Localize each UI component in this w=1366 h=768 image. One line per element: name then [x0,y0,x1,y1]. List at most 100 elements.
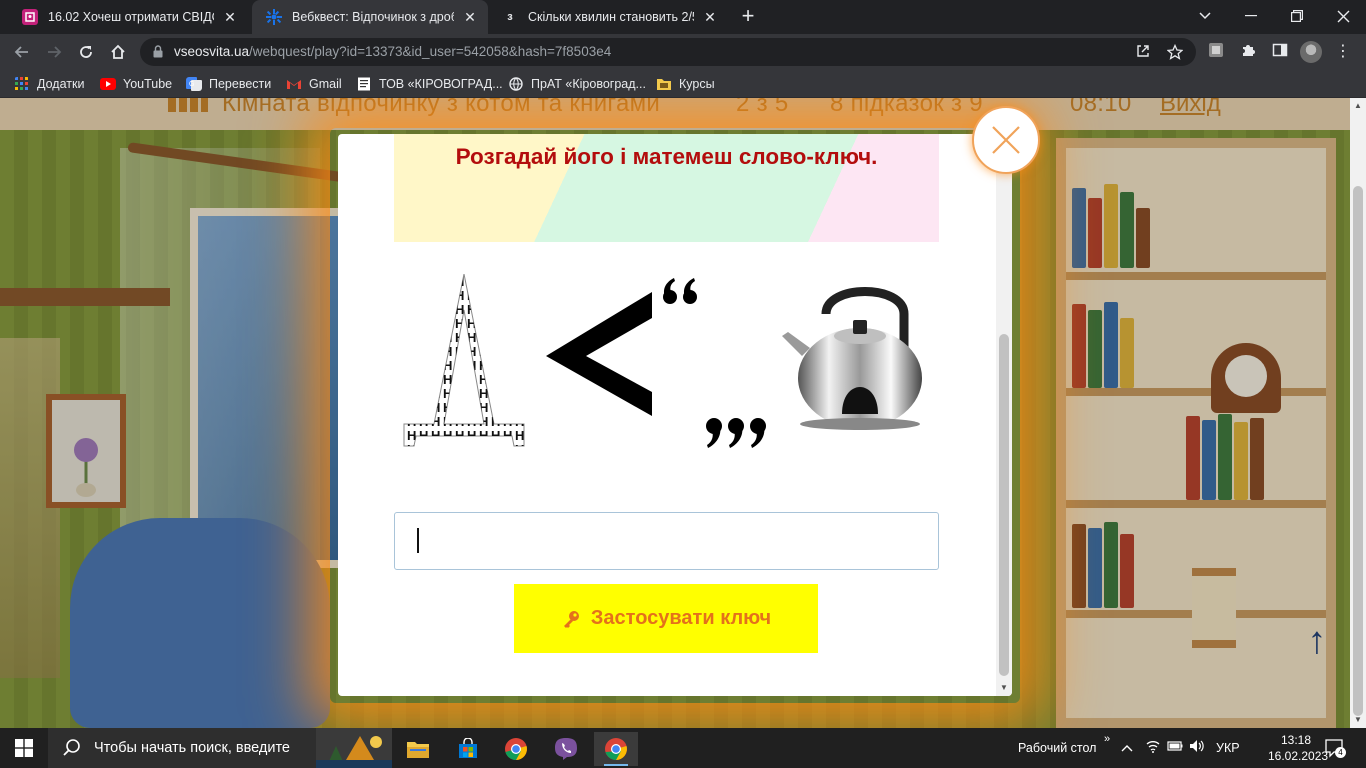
folder-icon [407,742,429,758]
extension-app-icon[interactable] [1206,42,1226,62]
scroll-down-arrow-icon[interactable]: ▼ [1350,712,1366,728]
tab-search-dropdown-icon[interactable] [1182,0,1228,32]
bookmark-kirovograd-prat[interactable]: ПрАТ «Кіровоград... [508,75,646,93]
scroll-up-arrow-icon[interactable]: ▲ [1350,98,1366,114]
modal-scrollbar-thumb[interactable] [999,334,1009,676]
taskbar-file-explorer[interactable] [396,732,440,766]
bookmark-courses[interactable]: Курсы [656,75,715,93]
language-indicator[interactable]: УКР [1216,728,1240,768]
back-icon[interactable] [10,40,34,64]
gmail-icon [287,80,301,89]
bookmark-star-icon[interactable] [1166,43,1184,62]
task-text: Розгадай його і матемеш слово-ключ. [455,144,878,169]
network-icon[interactable] [1144,739,1162,757]
menu-kebab-icon[interactable]: ⋮ [1334,42,1352,62]
key-icon [563,610,579,628]
google-translate-icon: G [186,77,202,91]
rebus-quote-top-icon [663,278,697,304]
apply-key-label: Застосувати ключ [590,607,772,629]
modal-scroll-down-icon[interactable]: ▼ [996,680,1012,696]
restore-button[interactable] [1274,0,1320,32]
viber-icon [555,738,577,760]
tab-favicon-icon [22,9,38,25]
globe-icon [509,77,523,91]
bookmark-gmail[interactable]: Gmail [286,75,342,93]
bookmark-apps[interactable]: Додатки [14,75,84,93]
close-icon [992,126,1020,154]
rebus-picture: Н [403,274,922,448]
share-icon[interactable] [1134,44,1152,62]
page-scrollbar-thumb[interactable] [1353,186,1363,716]
tab-favicon-icon: з [507,11,513,23]
tab-certificate[interactable]: 16.02 Хочеш отримати СВІДОЦТВО ✕ [8,0,248,34]
rebus-letter-d-icon: Н [403,274,525,447]
taskbar-chrome-active[interactable] [594,732,638,766]
bookmark-kirovograd-tov[interactable]: ТОВ «КІРОВОГРАД... [356,75,503,93]
bookmark-label: Перевести [209,77,272,91]
rebus-kettle-icon [782,287,922,430]
answer-input[interactable] [394,512,939,570]
vseosvita-favicon-icon [266,9,282,25]
address-bar[interactable]: vseosvita.ua/webquest/play?id=13373&id_u… [140,38,1196,66]
home-icon[interactable] [106,40,130,64]
search-placeholder: Чтобы начать поиск, введите [94,740,290,756]
folder-icon [657,79,671,90]
modal-close-button[interactable] [972,106,1040,174]
lock-icon[interactable] [153,45,163,58]
taskbar-clock[interactable]: 13:18 16.02.2023 [1268,732,1329,764]
close-window-button[interactable] [1320,0,1366,32]
bookmark-label: ТОВ «КІРОВОГРАД... [379,77,503,91]
search-icon [63,739,80,756]
apply-key-button[interactable]: Застосувати ключ [514,584,818,653]
search-highlight-illustration-icon [316,728,392,768]
url-path: /webquest/play?id=13373&id_user=542058&h… [249,44,612,59]
rebus-commas-bottom-icon [706,418,766,448]
apps-grid-icon [15,77,28,90]
task-modal: Розгадай його і матемеш слово-ключ. Н [338,134,1012,696]
taskbar-viber[interactable] [544,732,588,766]
desktop-toolbar-label[interactable]: Рабочий стол [1018,728,1096,768]
text-caret [417,528,419,553]
tab-webquest[interactable]: Вебквест: Відпочинок з дробами ✕ [252,0,488,34]
clock-date: 16.02.2023 [1268,749,1329,763]
bookmark-youtube[interactable]: YouTube [100,75,172,93]
start-button[interactable] [0,728,48,768]
page-viewport: Кімната відпочинку з котом та книгами 2 … [0,98,1366,728]
tab-title: 16.02 Хочеш отримати СВІДОЦТВО [48,10,214,24]
tab-title: Вебквест: Відпочинок з дробами [292,10,454,24]
taskbar-search[interactable]: Чтобы начать поиск, введите [48,728,392,768]
chrome-icon [505,738,527,760]
scroll-to-top-arrow-icon[interactable]: ↑ [1306,618,1328,664]
tab-strip: 16.02 Хочеш отримати СВІДОЦТВО ✕ Вебквес… [0,0,1366,34]
tab-minutes-question[interactable]: з Скільки хвилин становить 2/5 го ✕ [488,0,728,34]
tab-close-icon[interactable]: ✕ [702,9,718,25]
page-icon [358,77,370,91]
url-text[interactable]: vseosvita.ua/webquest/play?id=13373&id_u… [174,44,611,59]
reload-icon[interactable] [74,40,98,64]
bookmark-translate[interactable]: G Перевести [186,75,271,93]
tab-title: Скільки хвилин становить 2/5 го [528,10,694,24]
minimize-button[interactable] [1228,0,1274,32]
volume-icon[interactable] [1188,739,1206,757]
active-indicator [604,764,628,766]
bookmark-label: Додатки [37,77,85,91]
forward-icon[interactable] [42,40,66,64]
taskbar-chrome[interactable] [494,732,538,766]
chrome-icon [605,738,627,760]
tab-close-icon[interactable]: ✕ [222,9,238,25]
battery-icon[interactable] [1166,739,1184,757]
bookmark-label: Gmail [309,77,342,91]
notification-center-icon[interactable]: 4 [1324,738,1346,758]
new-tab-button[interactable]: + [736,5,760,29]
tab-close-icon[interactable]: ✕ [462,9,478,25]
toolbar-chevron-icon[interactable]: » [1098,730,1116,748]
bookmarks-bar: Додатки YouTube G Перевести Gmail ТОВ «К… [0,70,1366,98]
taskbar-store[interactable] [446,732,490,766]
extensions-puzzle-icon[interactable] [1238,42,1258,62]
side-panel-icon[interactable] [1270,42,1290,62]
rebus-less-than-icon [546,292,652,416]
windows-logo-icon [15,739,33,757]
profile-avatar[interactable] [1300,41,1322,63]
clock-time: 13:18 [1280,733,1312,747]
tray-expand-icon[interactable] [1118,739,1136,757]
